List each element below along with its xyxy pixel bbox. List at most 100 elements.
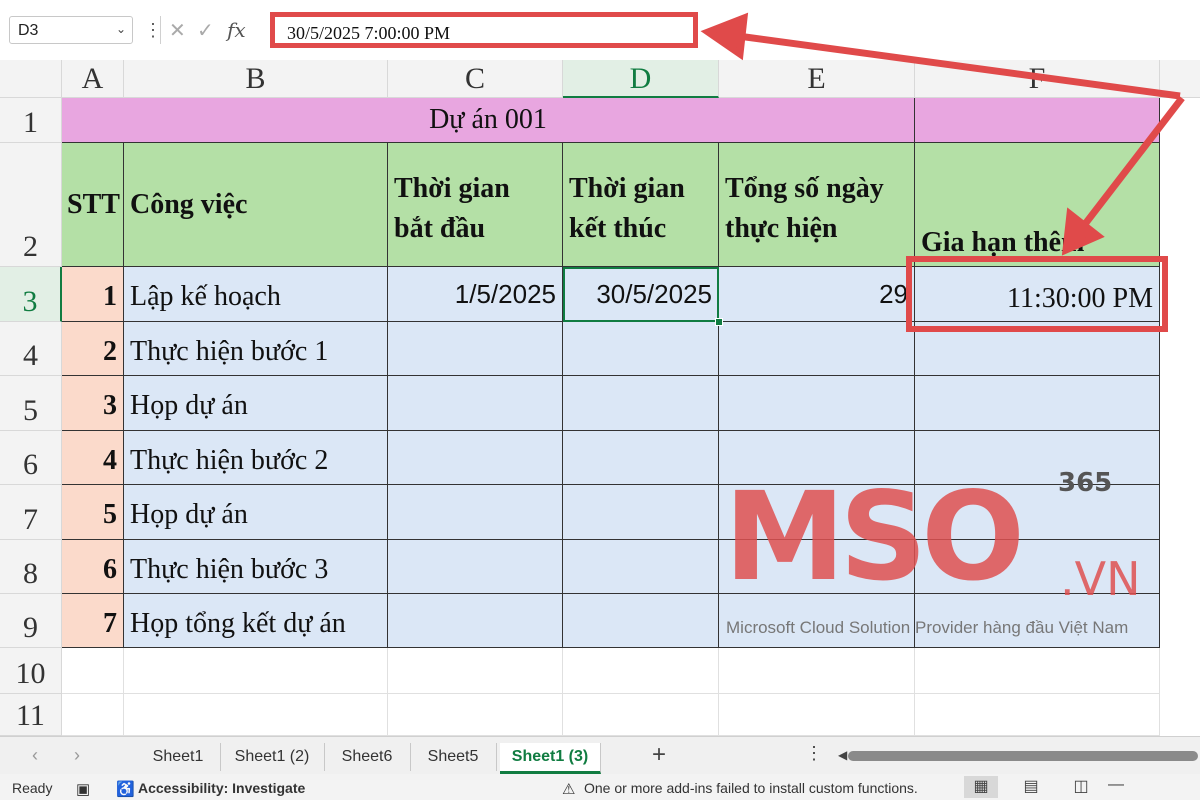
cell-f1[interactable]	[915, 98, 1160, 143]
end-date-cell[interactable]	[563, 540, 719, 594]
row-header-2[interactable]: 2	[0, 143, 62, 267]
column-header-b[interactable]: B	[124, 60, 388, 98]
task-name-cell[interactable]: Họp dự án	[124, 485, 388, 540]
row-label: 5	[23, 394, 38, 427]
header-tong-so-ngay[interactable]: Tổng số ngày thực hiện	[719, 143, 915, 267]
row-header-6[interactable]: 6	[0, 431, 62, 485]
scroll-tabs-right-icon[interactable]: ›	[74, 745, 80, 766]
tab-sheet5[interactable]: Sheet5	[410, 743, 497, 771]
scrollbar-thumb[interactable]	[848, 751, 1198, 761]
fill-handle[interactable]	[715, 318, 723, 326]
extend-time-cell[interactable]	[915, 376, 1160, 431]
column-header-c[interactable]: C	[388, 60, 563, 98]
tab-sheet1[interactable]: Sheet1	[136, 743, 221, 771]
task-name-cell[interactable]: Thực hiện bước 3	[124, 540, 388, 594]
tab-sheet1-2[interactable]: Sheet1 (2)	[220, 743, 325, 771]
end-date-cell[interactable]	[563, 431, 719, 485]
normal-view-icon[interactable]: ▦	[964, 776, 998, 798]
column-header-d[interactable]: D	[563, 60, 719, 98]
formula-input[interactable]: 30/5/2025 7:00:00 PM	[270, 12, 698, 48]
end-date-cell[interactable]	[563, 594, 719, 648]
row-header-4[interactable]: 4	[0, 322, 62, 376]
empty-cell[interactable]	[719, 694, 915, 736]
header-gia-han-them[interactable]: Gia hạn thêm	[915, 143, 1160, 267]
more-options-icon[interactable]: ⋮	[805, 743, 823, 764]
status-ready: Ready	[12, 780, 53, 796]
horizontal-scrollbar[interactable]: ◀	[838, 748, 1200, 762]
header-cong-viec[interactable]: Công việc	[124, 143, 388, 267]
task-name-cell[interactable]: Lập kế hoạch	[124, 267, 388, 322]
start-date-cell[interactable]	[388, 431, 563, 485]
insert-function-icon[interactable]: fx	[227, 18, 246, 42]
add-sheet-icon[interactable]: +	[652, 741, 666, 769]
header-stt[interactable]: STT	[62, 143, 124, 267]
row-label: 9	[23, 611, 38, 644]
start-date-cell[interactable]	[388, 594, 563, 648]
empty-cell[interactable]	[388, 648, 563, 694]
total-days-cell[interactable]: 29	[719, 267, 915, 322]
end-date-cell[interactable]	[563, 376, 719, 431]
accessibility-icon[interactable]: ♿	[116, 780, 135, 798]
select-all-corner[interactable]	[0, 60, 62, 98]
row-header-5[interactable]: 5	[0, 376, 62, 431]
end-date-cell[interactable]	[563, 485, 719, 540]
project-title-cell[interactable]: Dự án 001	[62, 98, 915, 143]
stt-cell[interactable]: 5	[62, 485, 124, 540]
row-header-9[interactable]: 9	[0, 594, 62, 648]
empty-cell[interactable]	[62, 648, 124, 694]
task-name-cell[interactable]: Họp tổng kết dự án	[124, 594, 388, 648]
empty-cell[interactable]	[915, 648, 1160, 694]
tab-sheet6[interactable]: Sheet6	[324, 743, 411, 771]
empty-cell[interactable]	[915, 694, 1160, 736]
stt-cell[interactable]: 3	[62, 376, 124, 431]
stt-cell[interactable]: 6	[62, 540, 124, 594]
column-header-e[interactable]: E	[719, 60, 915, 98]
total-days-cell[interactable]	[719, 376, 915, 431]
task-name-cell[interactable]: Họp dự án	[124, 376, 388, 431]
empty-cell[interactable]	[62, 694, 124, 736]
enter-icon[interactable]: ✓	[197, 18, 214, 43]
formula-bar: D3 ⌄ ⋮ ✕ ✓ fx 30/5/2025 7:00:00 PM	[0, 0, 1200, 60]
start-date-cell[interactable]	[388, 322, 563, 376]
start-date-cell[interactable]	[388, 376, 563, 431]
start-date-cell[interactable]	[388, 485, 563, 540]
header-line: bắt đầu	[394, 213, 486, 244]
scroll-left-icon[interactable]: ◀	[838, 748, 847, 762]
row-header-3[interactable]: 3	[0, 267, 62, 322]
scroll-tabs-left-icon[interactable]: ‹	[32, 745, 38, 766]
header-thoi-gian-bat-dau[interactable]: Thời gian bắt đầu	[388, 143, 563, 267]
empty-cell[interactable]	[563, 648, 719, 694]
accessibility-status[interactable]: Accessibility: Investigate	[138, 780, 305, 796]
empty-cell[interactable]	[563, 694, 719, 736]
cancel-icon[interactable]: ✕	[169, 18, 186, 43]
start-date-cell[interactable]	[388, 540, 563, 594]
zoom-slider[interactable]: —	[1108, 776, 1200, 798]
row-header-10[interactable]: 10	[0, 648, 62, 694]
task-name-cell[interactable]: Thực hiện bước 2	[124, 431, 388, 485]
column-header-f[interactable]: F	[915, 60, 1160, 98]
row-header-8[interactable]: 8	[0, 540, 62, 594]
macro-record-icon[interactable]: ▣	[76, 780, 90, 798]
stt-cell[interactable]: 2	[62, 322, 124, 376]
name-box[interactable]: D3 ⌄	[9, 16, 133, 44]
row-header-7[interactable]: 7	[0, 485, 62, 540]
page-layout-view-icon[interactable]: ▤	[1014, 776, 1048, 798]
column-header-a[interactable]: A	[62, 60, 124, 98]
empty-cell[interactable]	[719, 648, 915, 694]
row-header-1[interactable]: 1	[0, 98, 62, 143]
row-header-11[interactable]: 11	[0, 694, 62, 736]
end-date-cell[interactable]	[563, 322, 719, 376]
stt-cell[interactable]: 1	[62, 267, 124, 322]
total-days-cell[interactable]	[719, 322, 915, 376]
empty-cell[interactable]	[388, 694, 563, 736]
start-date-cell[interactable]: 1/5/2025	[388, 267, 563, 322]
header-thoi-gian-ket-thuc[interactable]: Thời gian kết thúc	[563, 143, 719, 267]
empty-cell[interactable]	[124, 694, 388, 736]
chevron-down-icon[interactable]: ⌄	[116, 22, 126, 36]
stt-cell[interactable]: 7	[62, 594, 124, 648]
page-break-view-icon[interactable]: ◫	[1064, 776, 1098, 798]
empty-cell[interactable]	[124, 648, 388, 694]
stt-cell[interactable]: 4	[62, 431, 124, 485]
task-name-cell[interactable]: Thực hiện bước 1	[124, 322, 388, 376]
tab-sheet1-3[interactable]: Sheet1 (3)	[500, 743, 601, 774]
